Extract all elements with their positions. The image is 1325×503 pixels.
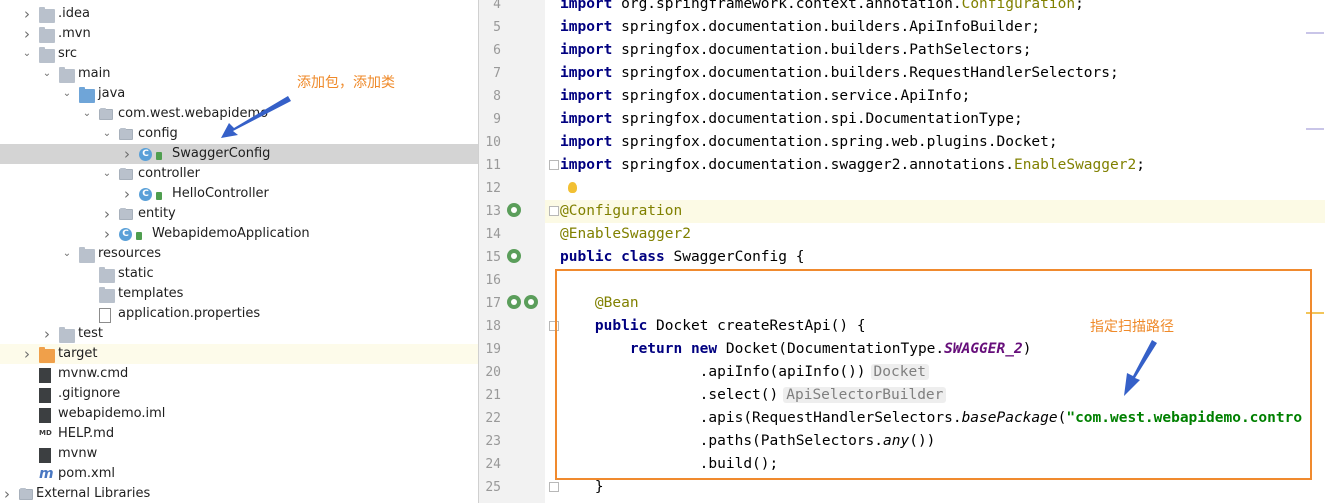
code-arrow-icon — [1124, 340, 1157, 396]
annotation-arrows — [221, 96, 1157, 396]
tree-arrow-icon — [221, 96, 291, 138]
